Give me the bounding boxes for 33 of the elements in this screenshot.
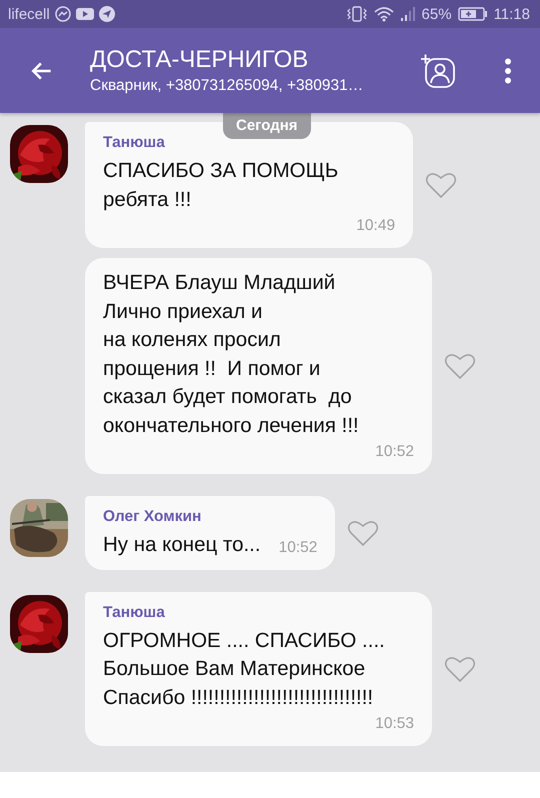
signal-icon [400, 6, 416, 22]
message-time: 10:52 [278, 538, 318, 558]
carrier-name: lifecell [8, 6, 50, 22]
like-icon[interactable] [444, 352, 476, 380]
message-bubble[interactable]: Олег Хомкин Ну на конец то... 10:52 [85, 496, 336, 570]
message-text: ВЧЕРА Блауш Младший Лично приехал и на коленях просил прощения !! И помог и сказал будет помогать до окончательного лечения !!! [103, 270, 360, 438]
more-icon [504, 58, 512, 84]
wifi-icon [374, 6, 394, 22]
message-bubble[interactable]: ВЧЕРА Блауш Младший Лично приехал и на коленях просил прощения !! И помог и сказал будет помогать до окончательного лечения !!! 10:52 [85, 258, 432, 474]
message-time: 10:52 [374, 442, 414, 462]
message-text: Ну на конец то... [103, 532, 261, 558]
message-text: СПАСИБО ЗА ПОМОЩЬ ребята !!! [103, 158, 340, 212]
sender-name: Танюша [103, 602, 166, 622]
message-bubble[interactable]: Танюша ОГРОМНОЕ .... СПАСИБО .... Большое Вам Материнское Спасибо !!!!!!!!!!!!!!!!!!!!!!!!!!!!!!!! 10:53 [85, 592, 432, 746]
message-time: 10:53 [374, 714, 414, 734]
message-text: ОГРОМНОЕ .... СПАСИБО .... Большое Вам Материнское Спасибо !!!!!!!!!!!!!!!!!!!!!!!!!!!!!!!! [103, 628, 386, 710]
messenger-icon [54, 6, 71, 22]
message-time: 10:49 [355, 216, 396, 236]
battery-percentage: 65% [422, 6, 452, 22]
sender-name: Олег Хомкин [103, 507, 202, 527]
battery-icon [458, 7, 488, 21]
add-person-icon [420, 52, 456, 88]
like-icon[interactable] [425, 171, 458, 199]
clock: 11:18 [494, 6, 530, 22]
sender-name: Танюша [103, 133, 166, 153]
vibrate-icon [346, 6, 368, 22]
like-icon[interactable] [347, 518, 380, 547]
chat-participants: Скварник, +380731265094, +380931… [90, 76, 364, 96]
chat-title: ДОСТА-ЧЕРНИГОВ [90, 44, 310, 74]
like-icon[interactable] [444, 654, 476, 683]
send-icon [98, 6, 115, 22]
video-icon [76, 7, 94, 21]
date-separator: Сегодня [223, 113, 311, 139]
